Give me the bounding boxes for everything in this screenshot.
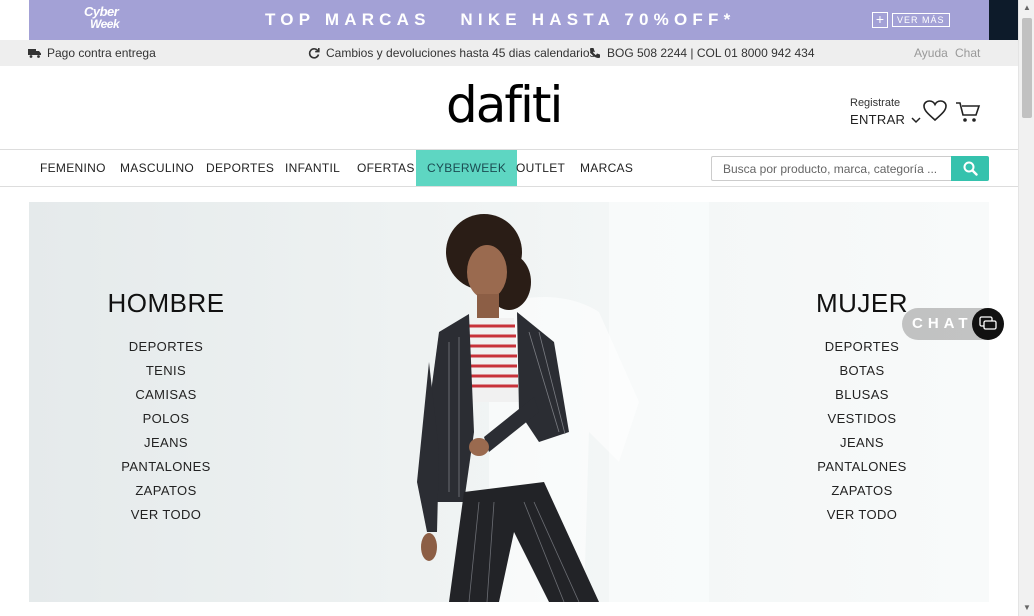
search-button[interactable] <box>951 156 989 181</box>
hombre-link[interactable]: TENIS <box>101 359 231 383</box>
mujer-link[interactable]: PANTALONES <box>797 455 927 479</box>
hombre-column: HOMBRE DEPORTES TENIS CAMISAS POLOS JEAN… <box>101 288 231 527</box>
mujer-link[interactable]: JEANS <box>797 431 927 455</box>
hero-banner: HOMBRE DEPORTES TENIS CAMISAS POLOS JEAN… <box>29 202 989 602</box>
model-photo <box>417 214 639 602</box>
promo-side-right <box>989 0 1018 40</box>
hombre-title[interactable]: HOMBRE <box>101 288 231 319</box>
main-nav: FEMENINO MASCULINO DEPORTES INFANTIL OFE… <box>0 149 1018 187</box>
nav-marcas[interactable]: MARCAS <box>569 150 644 186</box>
hombre-link[interactable]: VER TODO <box>101 503 231 527</box>
ayuda-link[interactable]: Ayuda <box>914 46 948 60</box>
entrar-button[interactable]: ENTRAR <box>850 112 921 127</box>
scroll-thumb[interactable] <box>1022 18 1032 118</box>
entrar-label: ENTRAR <box>850 112 906 127</box>
chat-bubble-icon <box>979 316 997 330</box>
plus-icon: + <box>872 12 888 28</box>
cyberweek-logo: Cyber Week <box>84 5 120 31</box>
nav-infantil[interactable]: INFANTIL <box>274 150 351 186</box>
nav-masculino[interactable]: MASCULINO <box>109 150 205 186</box>
scrollbar[interactable]: ▲ ▼ <box>1018 0 1034 616</box>
util-phone: BOG 508 2244 | COL 01 8000 942 434 <box>589 46 815 60</box>
chat-circle[interactable] <box>972 308 1004 340</box>
registrate-link[interactable]: Registrate <box>850 97 900 109</box>
mujer-link[interactable]: VESTIDOS <box>797 407 927 431</box>
chat-widget-label: CHAT <box>912 315 973 332</box>
nav-femenino[interactable]: FEMENINO <box>29 150 117 186</box>
cart-icon[interactable] <box>955 100 981 124</box>
mujer-link[interactable]: ZAPATOS <box>797 479 927 503</box>
chat-link[interactable]: Chat <box>955 46 980 60</box>
truck-icon <box>28 49 41 58</box>
ver-mas-group[interactable]: + VER MÁS <box>872 12 950 28</box>
ver-mas-button[interactable]: VER MÁS <box>892 13 950 27</box>
search-icon <box>963 161 978 176</box>
mujer-link[interactable]: BLUSAS <box>797 383 927 407</box>
page-viewport: Cyber Week TOP MARCAS NIKE HASTA 70%OFF*… <box>0 0 1018 616</box>
site-header: dafiti Registrate ENTRAR <box>0 66 1018 150</box>
hombre-link[interactable]: JEANS <box>101 431 231 455</box>
hombre-link[interactable]: PANTALONES <box>101 455 231 479</box>
scroll-down-arrow-icon[interactable]: ▼ <box>1019 600 1034 616</box>
refresh-icon <box>308 48 320 59</box>
utility-bar: Pago contra entrega Cambios y devolucion… <box>0 40 1018 66</box>
phone-text: BOG 508 2244 | COL 01 8000 942 434 <box>607 46 815 60</box>
promo-side-left <box>0 0 29 40</box>
mujer-link[interactable]: VER TODO <box>797 503 927 527</box>
cyberweek-logo-line2: Week <box>90 17 120 31</box>
promo-banner[interactable]: Cyber Week TOP MARCAS NIKE HASTA 70%OFF*… <box>29 0 989 40</box>
account-menu[interactable]: Registrate ENTRAR <box>850 97 921 127</box>
chevron-down-icon <box>911 117 921 124</box>
scroll-up-arrow-icon[interactable]: ▲ <box>1019 0 1034 16</box>
util-pago: Pago contra entrega <box>28 46 156 60</box>
pago-text: Pago contra entrega <box>47 46 156 60</box>
nav-cyberweek[interactable]: CYBERWEEK <box>416 150 518 186</box>
heart-icon[interactable] <box>922 98 948 124</box>
cambios-text: Cambios y devoluciones hasta 45 dias cal… <box>326 46 596 60</box>
nav-deportes[interactable]: DEPORTES <box>195 150 285 186</box>
nav-ofertas[interactable]: OFERTAS <box>346 150 426 186</box>
hombre-link[interactable]: POLOS <box>101 407 231 431</box>
nav-outlet[interactable]: OUTLET <box>505 150 576 186</box>
hombre-link[interactable]: ZAPATOS <box>101 479 231 503</box>
search-input[interactable] <box>711 156 951 181</box>
mujer-link[interactable]: BOTAS <box>797 359 927 383</box>
hombre-link[interactable]: DEPORTES <box>101 335 231 359</box>
util-cambios: Cambios y devoluciones hasta 45 dias cal… <box>308 46 596 60</box>
promo-text: TOP MARCAS NIKE HASTA 70%OFF* <box>265 10 736 29</box>
dafiti-logo[interactable]: dafiti <box>446 80 563 130</box>
phone-icon <box>590 48 600 58</box>
hombre-link[interactable]: CAMISAS <box>101 383 231 407</box>
chat-widget[interactable]: CHAT <box>902 308 1004 340</box>
